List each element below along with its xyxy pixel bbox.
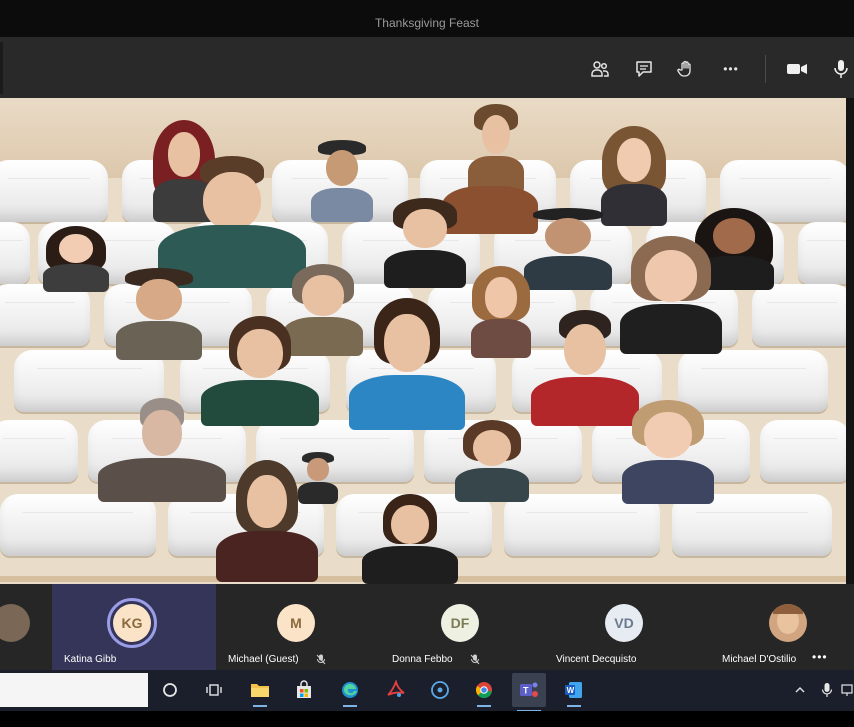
camera-icon [787, 64, 807, 74]
participant-tile[interactable]: M Michael (Guest) [216, 584, 380, 670]
participant-tile[interactable] [0, 584, 52, 670]
participant-more-icon[interactable]: ••• [812, 650, 828, 664]
microphone-button[interactable] [828, 56, 854, 82]
chat-icon [636, 61, 652, 77]
participant-tile[interactable]: DF Donna Febbo [380, 584, 544, 670]
network-button[interactable] [838, 678, 854, 702]
media-icon [431, 681, 449, 699]
chevron-up-icon [795, 687, 805, 693]
meeting-toolbar: ••• [0, 38, 854, 98]
mic-icon [821, 683, 833, 697]
tray-mic-button[interactable] [815, 678, 839, 702]
mic-off-icon [316, 654, 326, 665]
camera-button[interactable] [784, 56, 810, 82]
taskbar-search-box[interactable] [0, 673, 148, 707]
mic-off-icon [470, 654, 480, 665]
windows-taskbar: T W [0, 670, 854, 712]
show-hidden-icons-button[interactable] [788, 678, 812, 702]
store-button[interactable] [292, 678, 316, 702]
participant-name: Katina Gibb [64, 654, 117, 665]
word-icon: W [565, 682, 582, 698]
participant-video[interactable] [520, 208, 616, 290]
word-button[interactable]: W [562, 678, 586, 707]
participant-video[interactable] [358, 494, 462, 584]
participant-tile[interactable]: Michael D'Ostilio ••• [708, 584, 854, 670]
participant-video[interactable] [92, 398, 232, 502]
raise-hand-icon [677, 60, 691, 77]
chrome-icon [475, 682, 492, 699]
participant-tile[interactable]: KG Katina Gibb [52, 584, 216, 670]
acrobat-button[interactable] [384, 678, 408, 702]
participant-video[interactable] [618, 400, 718, 504]
stage-edge [846, 98, 854, 584]
media-button[interactable] [428, 678, 452, 702]
participant-video[interactable] [308, 140, 376, 222]
toolbar-divider [765, 55, 766, 83]
raise-hand-button[interactable] [673, 56, 699, 82]
meeting-title: Thanksgiving Feast [374, 16, 480, 30]
participant-avatar: DF [441, 604, 479, 642]
file-explorer-button[interactable] [248, 678, 272, 707]
together-mode-stage [0, 98, 846, 584]
teams-icon: T [520, 682, 538, 697]
participant-name: Michael (Guest) [228, 654, 299, 665]
file-explorer-icon [251, 684, 269, 697]
task-view-button[interactable] [202, 678, 226, 702]
cortana-button[interactable] [158, 678, 182, 702]
participant-avatar: KG [113, 604, 151, 642]
chrome-button[interactable] [472, 678, 496, 707]
store-icon [297, 680, 311, 698]
svg-text:T: T [523, 686, 529, 696]
acrobat-icon [387, 680, 405, 697]
network-icon [841, 684, 853, 696]
participant-avatar: M [277, 604, 315, 642]
cortana-icon [163, 683, 177, 697]
participant-video[interactable] [452, 420, 532, 502]
more-icon: ••• [723, 62, 739, 76]
toolbar-edge [0, 42, 3, 94]
edge-icon [342, 682, 358, 698]
participant-name: Michael D'Ostilio [722, 654, 797, 665]
participant-avatar: VD [605, 604, 643, 642]
teams-button[interactable]: T [512, 673, 546, 712]
edge-button[interactable] [338, 678, 362, 707]
more-actions-button[interactable]: ••• [718, 56, 744, 82]
show-participants-button[interactable] [587, 56, 613, 82]
task-view-icon [206, 684, 222, 696]
participant-video[interactable] [40, 226, 112, 292]
people-icon [591, 61, 609, 77]
mic-icon [834, 60, 848, 78]
show-chat-button[interactable] [631, 56, 657, 82]
participant-video[interactable] [468, 266, 534, 358]
svg-text:W: W [567, 686, 575, 695]
participant-tile[interactable]: VD Vincent Decquisto [544, 584, 708, 670]
participant-video[interactable] [112, 268, 206, 360]
teams-meeting-window: Thanksgiving Feast ••• KG Katina Gibb M … [0, 0, 854, 727]
participant-photo-avatar [769, 604, 807, 642]
participant-video[interactable] [380, 198, 470, 288]
participant-name: Vincent Decquisto [556, 654, 637, 665]
participant-video[interactable] [212, 460, 322, 582]
participant-photo-avatar [0, 604, 30, 642]
screen-bottom-border [0, 711, 854, 727]
title-bar: Thanksgiving Feast [0, 0, 854, 38]
participant-name: Donna Febbo [392, 654, 453, 665]
participant-video[interactable] [344, 298, 470, 430]
participant-strip: KG Katina Gibb M Michael (Guest) DF Donn… [0, 584, 854, 670]
